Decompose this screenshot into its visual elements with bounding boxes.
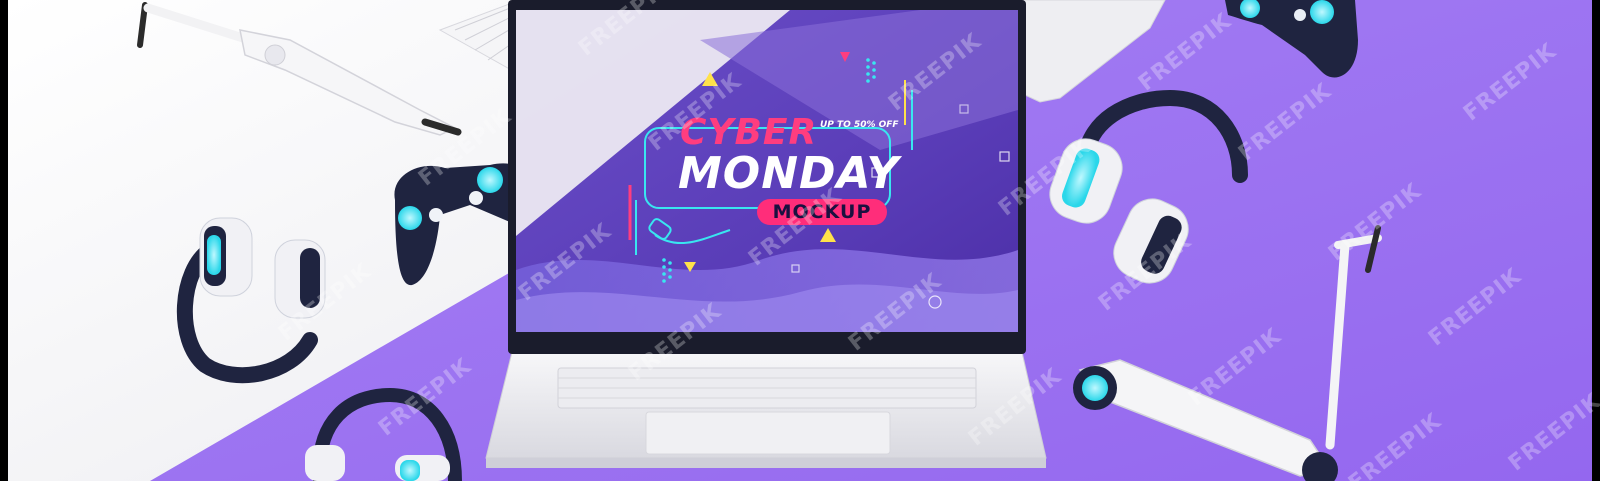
headline-monday: MONDAY <box>678 148 900 199</box>
laptop-base <box>485 351 1047 468</box>
promo-scene: CYBER UP TO 50% OFF MONDAY MOCKUP FREEPI… <box>0 0 1600 481</box>
offer-text: UP TO 50% OFF <box>820 120 899 130</box>
